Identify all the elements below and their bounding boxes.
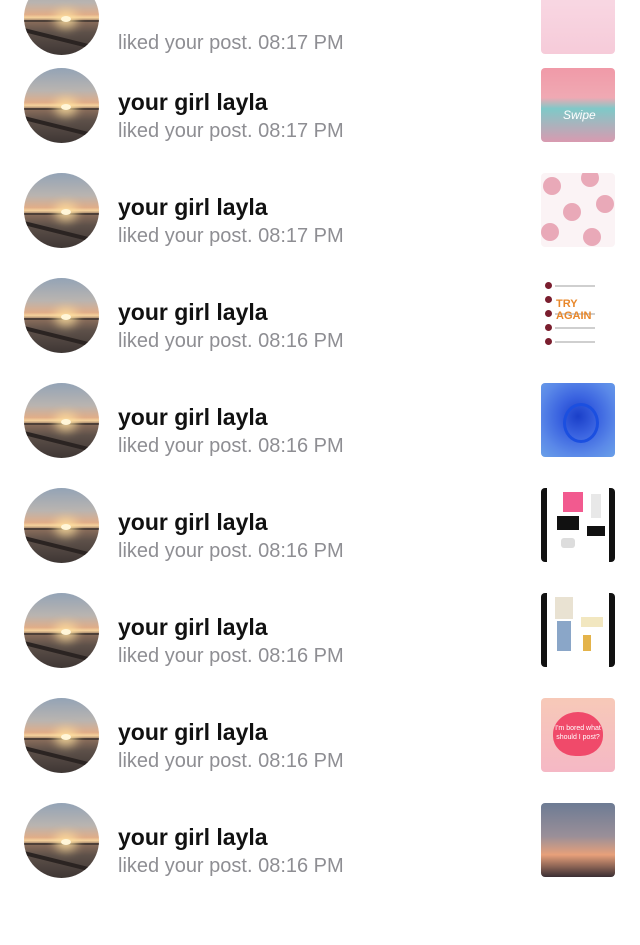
post-thumbnail[interactable]: Swipe	[541, 68, 615, 142]
notification-text: liked your post. 08:16 PM	[118, 645, 344, 667]
avatar[interactable]	[24, 383, 99, 458]
username[interactable]: your girl layla	[118, 89, 268, 116]
avatar[interactable]	[24, 803, 99, 878]
post-thumbnail[interactable]	[541, 173, 615, 247]
notification-text: liked your post. 08:16 PM	[118, 855, 344, 877]
thumbnail-caption: I'm bored what should I post?	[555, 725, 601, 741]
username[interactable]: your girl layla	[118, 614, 268, 641]
avatar[interactable]	[24, 0, 99, 55]
username[interactable]: your girl layla	[118, 194, 268, 221]
post-thumbnail[interactable]: TRY AGAIN	[541, 278, 615, 352]
notification-text: liked your post. 08:17 PM	[118, 120, 344, 142]
avatar[interactable]	[24, 173, 99, 248]
thumbnail-caption: TRY AGAIN	[556, 298, 592, 322]
thumbnail-caption: Swipe	[563, 108, 596, 122]
avatar[interactable]	[24, 488, 99, 563]
post-thumbnail[interactable]: I'm bored what should I post?	[541, 698, 615, 772]
post-thumbnail[interactable]	[541, 803, 615, 877]
post-thumbnail[interactable]	[541, 0, 615, 54]
avatar[interactable]	[24, 698, 99, 773]
username[interactable]: your girl layla	[118, 719, 268, 746]
avatar[interactable]	[24, 593, 99, 668]
post-thumbnail[interactable]	[541, 593, 615, 667]
notification-text: liked your post. 08:17 PM	[118, 225, 344, 247]
notification-text: liked your post. 08:16 PM	[118, 330, 344, 352]
post-thumbnail[interactable]	[541, 383, 615, 457]
notification-text: liked your post. 08:17 PM	[118, 32, 344, 54]
notification-text: liked your post. 08:16 PM	[118, 435, 344, 457]
username[interactable]: your girl layla	[118, 299, 268, 326]
avatar[interactable]	[24, 68, 99, 143]
avatar[interactable]	[24, 278, 99, 353]
notification-text: liked your post. 08:16 PM	[118, 540, 344, 562]
username[interactable]: your girl layla	[118, 404, 268, 431]
username[interactable]: your girl layla	[118, 824, 268, 851]
notification-row[interactable]: your girl layla liked your post. 08:16 P…	[0, 803, 640, 945]
post-thumbnail[interactable]	[541, 488, 615, 562]
notification-text: liked your post. 08:16 PM	[118, 750, 344, 772]
username[interactable]: your girl layla	[118, 509, 268, 536]
